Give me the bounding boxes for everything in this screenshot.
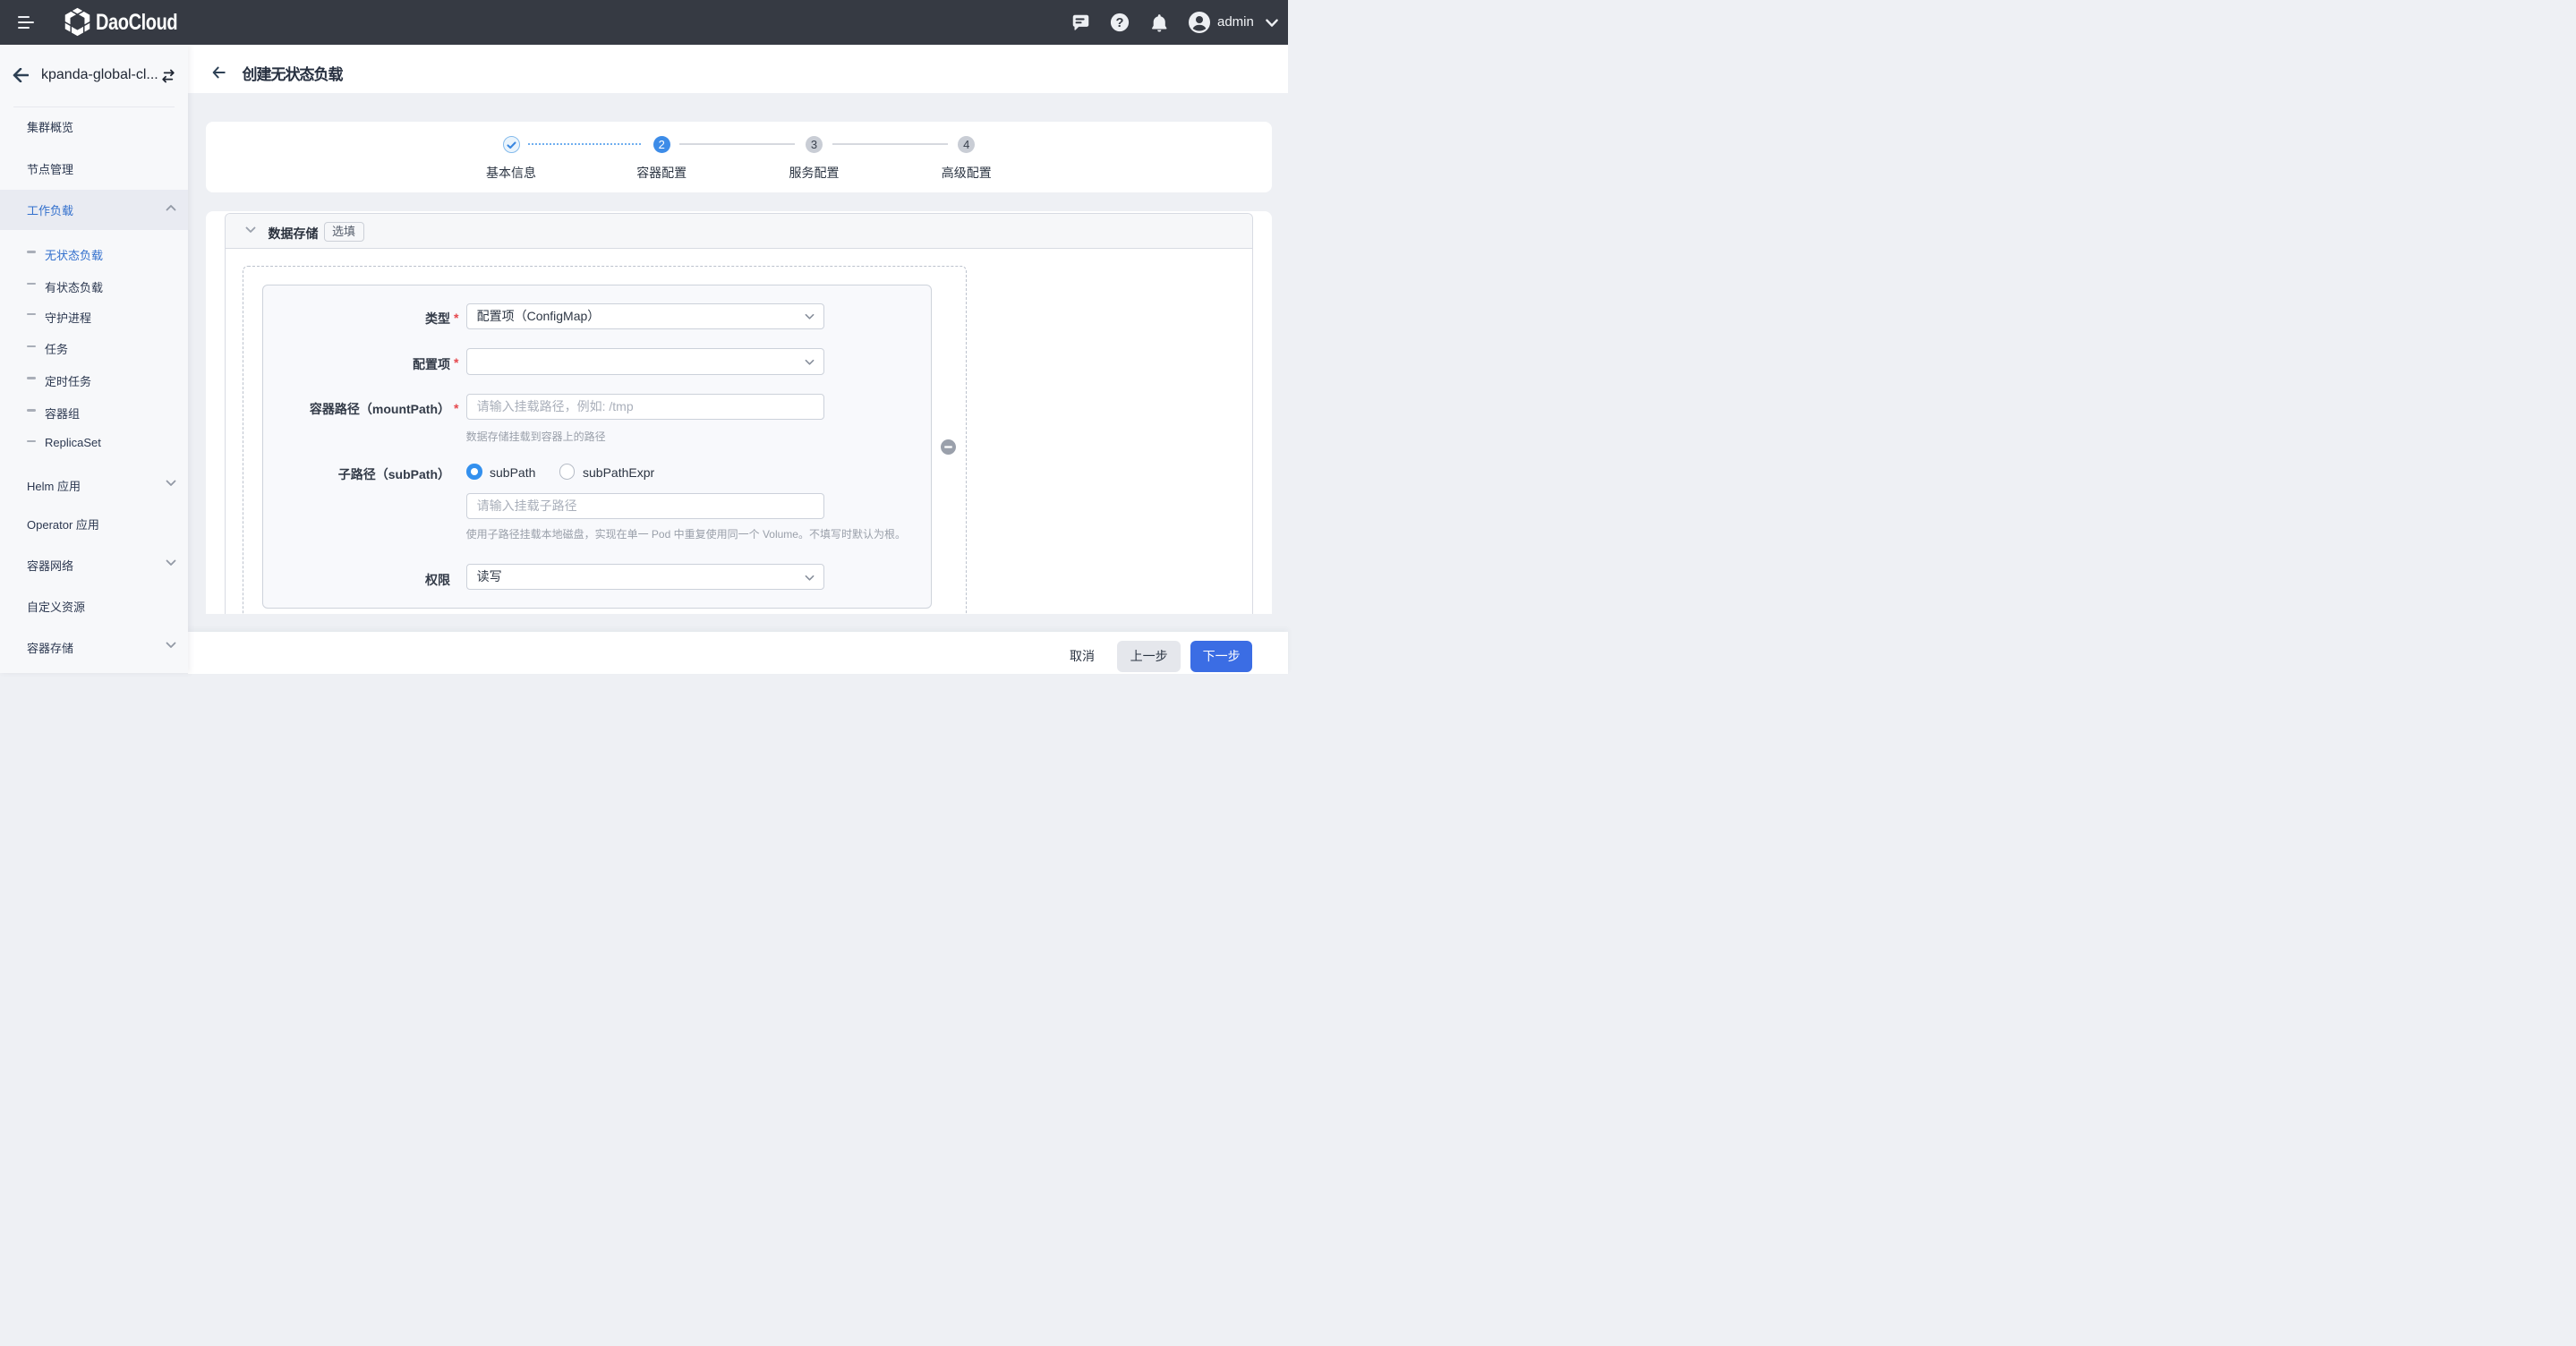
svg-text:?: ? [1116, 16, 1124, 30]
